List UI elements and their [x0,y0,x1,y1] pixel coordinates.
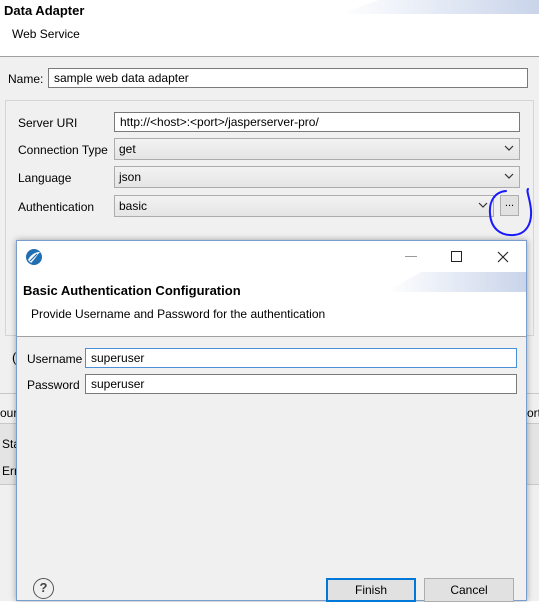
language-select[interactable]: json [114,166,520,188]
maximize-icon [451,250,462,262]
username-field[interactable]: superuser [85,348,517,368]
cancel-button[interactable]: Cancel [424,578,514,602]
basic-auth-dialog: Basic Authentication Configuration Provi… [16,240,527,602]
username-label: Username [27,352,83,366]
connection-type-label: Connection Type [18,143,108,157]
close-button[interactable] [480,241,526,272]
authentication-value: basic [119,199,148,213]
dialog-titlebar [17,241,526,272]
connection-type-value: get [119,142,136,156]
language-label: Language [18,171,72,185]
authentication-label: Authentication [18,200,95,214]
dialog-header: Basic Authentication Configuration Provi… [17,272,526,336]
minimize-button[interactable] [388,241,434,272]
connection-type-select[interactable]: get [114,138,520,160]
header-banner-graphic [386,272,526,292]
chevron-down-icon [503,171,515,183]
app-logo-icon [25,248,43,266]
chevron-down-icon [477,200,489,212]
name-label: Name: [8,72,44,86]
minimize-icon [405,255,417,257]
maximize-button[interactable] [434,241,480,272]
wizard-subtitle: Web Service [12,27,80,41]
authentication-config-button[interactable]: ... [500,195,519,216]
close-icon [497,251,509,262]
wizard-title: Data Adapter [4,3,85,18]
chevron-down-icon [503,143,515,155]
password-field[interactable]: superuser [85,374,517,394]
server-uri-field[interactable]: http://<host>:<port>/jasperserver-pro/ [114,112,520,132]
password-label: Password [27,378,80,392]
header-banner-graphic [339,0,539,14]
wizard-header: Data Adapter Web Service [0,0,539,56]
dialog-title: Basic Authentication Configuration [23,283,241,298]
help-icon[interactable]: ? [33,578,54,599]
server-uri-label: Server URI [18,116,78,130]
dialog-header-separator [17,336,526,337]
tab-fragment-right: ort [527,406,539,420]
finish-button[interactable]: Finish [326,578,416,602]
name-field[interactable]: sample web data adapter [48,68,528,88]
dialog-subtitle: Provide Username and Password for the au… [31,307,326,321]
tab-fragment-left: our [0,406,18,420]
language-value: json [119,170,142,184]
authentication-select[interactable]: basic [114,195,494,217]
